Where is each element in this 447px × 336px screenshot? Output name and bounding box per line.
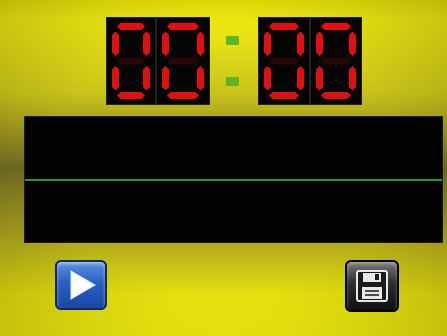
segment-g <box>321 57 351 65</box>
waveform-display <box>24 116 443 243</box>
seconds-tens-segments <box>264 23 304 99</box>
segment-e <box>264 66 271 91</box>
segment-b <box>197 31 204 56</box>
colon-bottom-dot <box>226 77 239 86</box>
floppy-disk-icon <box>356 270 388 302</box>
segment-a <box>167 23 199 30</box>
timer-display <box>0 0 447 110</box>
minutes-tens-digit <box>106 17 156 105</box>
seconds-tens-digit <box>258 17 310 105</box>
segment-b <box>297 31 304 56</box>
seconds-ones-digit <box>310 17 362 105</box>
minutes-ones-segments <box>162 23 204 99</box>
segment-e <box>316 66 323 91</box>
segment-d <box>321 92 351 99</box>
save-button[interactable] <box>345 260 399 312</box>
minutes-ones-digit <box>156 17 210 105</box>
waveform-trace <box>25 179 442 181</box>
segment-e <box>112 66 119 91</box>
segment-d <box>117 92 145 99</box>
segment-f <box>112 31 119 56</box>
segment-f <box>162 31 169 56</box>
minutes-tens-segments <box>112 23 150 99</box>
segment-c <box>349 66 356 91</box>
play-button[interactable] <box>55 260 107 310</box>
segment-e <box>162 66 169 91</box>
play-icon <box>70 270 96 300</box>
segment-c <box>143 66 150 91</box>
segment-f <box>264 31 271 56</box>
segment-c <box>197 66 204 91</box>
segment-a <box>321 23 351 30</box>
segment-g <box>167 57 199 65</box>
segment-d <box>269 92 299 99</box>
segment-b <box>143 31 150 56</box>
segment-a <box>269 23 299 30</box>
segment-g <box>269 57 299 65</box>
segment-f <box>316 31 323 56</box>
segment-c <box>297 66 304 91</box>
segment-g <box>117 57 145 65</box>
segment-b <box>349 31 356 56</box>
segment-a <box>117 23 145 30</box>
app-screen: { "timer": { "minutes": "00", "seconds":… <box>0 0 447 336</box>
colon-top-dot <box>226 36 239 45</box>
segment-d <box>167 92 199 99</box>
seconds-ones-segments <box>316 23 356 99</box>
